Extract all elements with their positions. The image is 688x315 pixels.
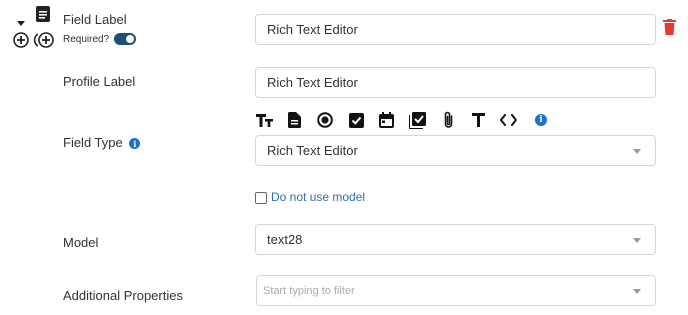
- field-label-heading: Field Label: [63, 12, 127, 27]
- additional-properties-heading: Additional Properties: [63, 288, 183, 303]
- additional-properties-placeholder: Start typing to filter: [263, 284, 355, 297]
- field-type-label: Field Type: [63, 135, 123, 150]
- model-heading: Model: [63, 235, 99, 250]
- field-label-value: Rich Text Editor: [267, 22, 358, 37]
- do-not-use-model-label[interactable]: Do not use model: [271, 190, 365, 204]
- field-document-icon: [36, 6, 50, 27]
- do-not-use-model-checkbox[interactable]: [255, 192, 267, 204]
- additional-properties-select[interactable]: Start typing to filter: [256, 275, 656, 306]
- checkbox-icon[interactable]: [347, 111, 365, 129]
- text-icon[interactable]: [469, 111, 487, 129]
- model-value: text28: [267, 232, 303, 247]
- required-toggle[interactable]: [114, 33, 136, 45]
- collapse-caret-icon[interactable]: [17, 14, 25, 26]
- profile-label-heading: Profile Label: [63, 74, 136, 89]
- model-select[interactable]: text28: [255, 224, 656, 255]
- document-icon[interactable]: [285, 111, 303, 129]
- code-icon[interactable]: [499, 111, 517, 129]
- required-label: Required?: [63, 34, 110, 45]
- field-type-select[interactable]: Rich Text Editor: [255, 135, 656, 166]
- add-nested-icon[interactable]: [33, 32, 54, 53]
- profile-label-value: Rich Text Editor: [267, 75, 358, 90]
- paperclip-icon[interactable]: [439, 111, 457, 129]
- radio-icon[interactable]: [316, 111, 334, 129]
- checklist-icon[interactable]: [408, 111, 426, 129]
- profile-label-input[interactable]: Rich Text Editor: [255, 67, 656, 98]
- delete-icon[interactable]: [663, 19, 676, 40]
- add-circle-icon[interactable]: [13, 32, 29, 53]
- field-type-value: Rich Text Editor: [267, 143, 358, 158]
- text-size-icon[interactable]: [256, 111, 274, 129]
- field-label-input[interactable]: Rich Text Editor: [255, 14, 656, 45]
- field-type-heading: Field Type i: [63, 135, 141, 150]
- info-icon[interactable]: i: [532, 111, 550, 129]
- field-type-info-icon[interactable]: i: [129, 138, 141, 150]
- calendar-icon[interactable]: [377, 111, 395, 129]
